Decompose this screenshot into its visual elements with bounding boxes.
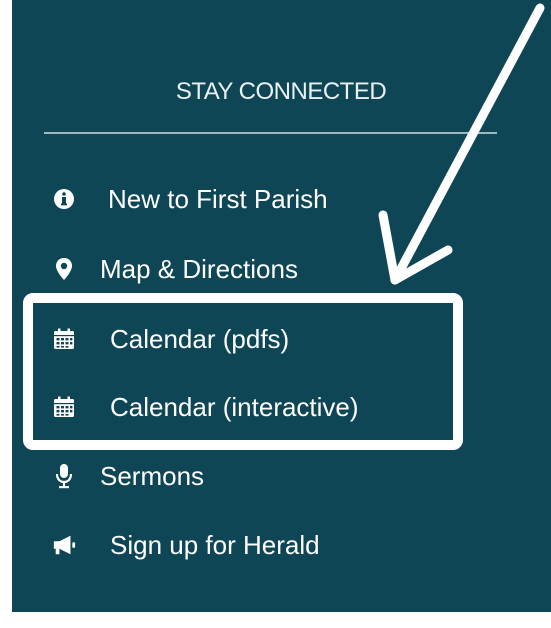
annotation-arrow xyxy=(378,3,545,285)
